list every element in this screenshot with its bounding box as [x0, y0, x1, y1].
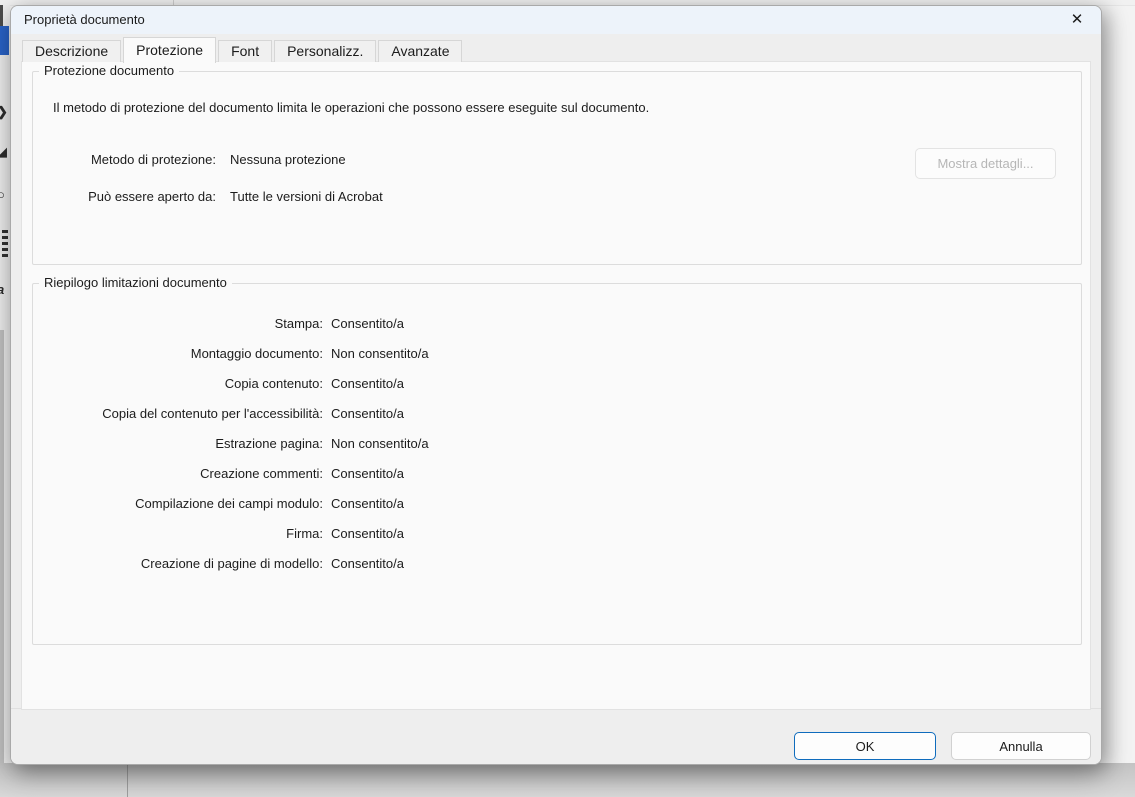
tab-page-protezione: Protezione documento Il metodo di protez…	[21, 61, 1091, 710]
restrictions-group-title: Riepilogo limitazioni documento	[39, 275, 232, 290]
restriction-label: Montaggio documento:	[33, 346, 323, 361]
restriction-label: Stampa:	[33, 316, 323, 331]
edge-triangle-icon: ◢	[0, 145, 7, 158]
restriction-row-stampa: Stampa: Consentito/a	[33, 308, 1081, 338]
background-document-area	[0, 763, 1135, 797]
background-page-divider	[127, 763, 128, 797]
dialog-title: Proprietà documento	[24, 12, 145, 27]
can-be-opened-value: Tutte le versioni di Acrobat	[230, 189, 383, 204]
close-button[interactable]: ✕	[1061, 8, 1093, 32]
restriction-row-commenti: Creazione commenti: Consentito/a	[33, 458, 1081, 488]
tab-font[interactable]: Font	[218, 40, 272, 62]
edge-blue-icon-fragment	[0, 26, 9, 55]
edge-dashed-icon	[2, 230, 8, 260]
restriction-label: Copia del contenuto per l'accessibilità:	[33, 406, 323, 421]
restriction-value: Consentito/a	[331, 406, 404, 421]
screen: ❯ ◢ ○ a Proprietà documento ✕ Descrizion…	[0, 0, 1135, 797]
background-app-edge: ❯ ◢ ○ a	[0, 5, 10, 765]
tab-strip: Descrizione Protezione Font Personalizz.…	[22, 37, 464, 62]
tab-protezione[interactable]: Protezione	[123, 37, 216, 63]
dialog-footer: OK Annulla	[11, 708, 1101, 764]
restriction-value: Non consentito/a	[331, 436, 429, 451]
protection-groupbox: Protezione documento Il metodo di protez…	[32, 71, 1082, 265]
can-be-opened-row: Può essere aperto da: Tutte le versioni …	[33, 187, 383, 205]
restriction-value: Consentito/a	[331, 316, 404, 331]
protection-method-value: Nessuna protezione	[230, 152, 346, 167]
restrictions-groupbox: Riepilogo limitazioni documento Stampa: …	[32, 283, 1082, 645]
restriction-row-montaggio: Montaggio documento: Non consentito/a	[33, 338, 1081, 368]
restriction-label: Estrazione pagina:	[33, 436, 323, 451]
tab-descrizione[interactable]: Descrizione	[22, 40, 121, 62]
tab-avanzate[interactable]: Avanzate	[378, 40, 462, 62]
cancel-button[interactable]: Annulla	[951, 732, 1091, 760]
ok-button[interactable]: OK	[794, 732, 936, 760]
restriction-row-estrazione: Estrazione pagina: Non consentito/a	[33, 428, 1081, 458]
edge-dark-fragment	[0, 5, 3, 26]
edge-circle-icon: ○	[0, 188, 5, 201]
edge-chevron-icon: ❯	[0, 105, 8, 118]
close-icon: ✕	[1071, 11, 1084, 28]
restriction-label: Compilazione dei campi modulo:	[33, 496, 323, 511]
restriction-value: Consentito/a	[331, 466, 404, 481]
restriction-label: Creazione commenti:	[33, 466, 323, 481]
can-be-opened-label: Può essere aperto da:	[33, 189, 216, 204]
restriction-row-firma: Firma: Consentito/a	[33, 518, 1081, 548]
restriction-label: Copia contenuto:	[33, 376, 323, 391]
show-details-button[interactable]: Mostra dettagli...	[915, 148, 1056, 179]
restriction-label: Firma:	[33, 526, 323, 541]
restriction-row-campi-modulo: Compilazione dei campi modulo: Consentit…	[33, 488, 1081, 518]
protection-method-row: Metodo di protezione: Nessuna protezione	[33, 150, 346, 168]
edge-glyph-icon: a	[0, 283, 4, 296]
restriction-row-pagine-modello: Creazione di pagine di modello: Consenti…	[33, 548, 1081, 578]
restriction-label: Creazione di pagine di modello:	[33, 556, 323, 571]
dialog-titlebar[interactable]: Proprietà documento ✕	[11, 6, 1101, 34]
protection-method-label: Metodo di protezione:	[33, 152, 216, 167]
restrictions-list: Stampa: Consentito/a Montaggio documento…	[33, 308, 1081, 578]
tab-personalizz[interactable]: Personalizz.	[274, 40, 376, 62]
document-properties-dialog: Proprietà documento ✕ Descrizione Protez…	[10, 5, 1102, 765]
restriction-row-copia-contenuto: Copia contenuto: Consentito/a	[33, 368, 1081, 398]
edge-scrollbar-fragment[interactable]	[0, 330, 4, 765]
restriction-value: Consentito/a	[331, 526, 404, 541]
restriction-value: Consentito/a	[331, 556, 404, 571]
restriction-value: Non consentito/a	[331, 346, 429, 361]
protection-group-title: Protezione documento	[39, 63, 179, 78]
protection-description: Il metodo di protezione del documento li…	[53, 98, 653, 117]
restriction-value: Consentito/a	[331, 496, 404, 511]
restriction-row-copia-accessibilita: Copia del contenuto per l'accessibilità:…	[33, 398, 1081, 428]
restriction-value: Consentito/a	[331, 376, 404, 391]
